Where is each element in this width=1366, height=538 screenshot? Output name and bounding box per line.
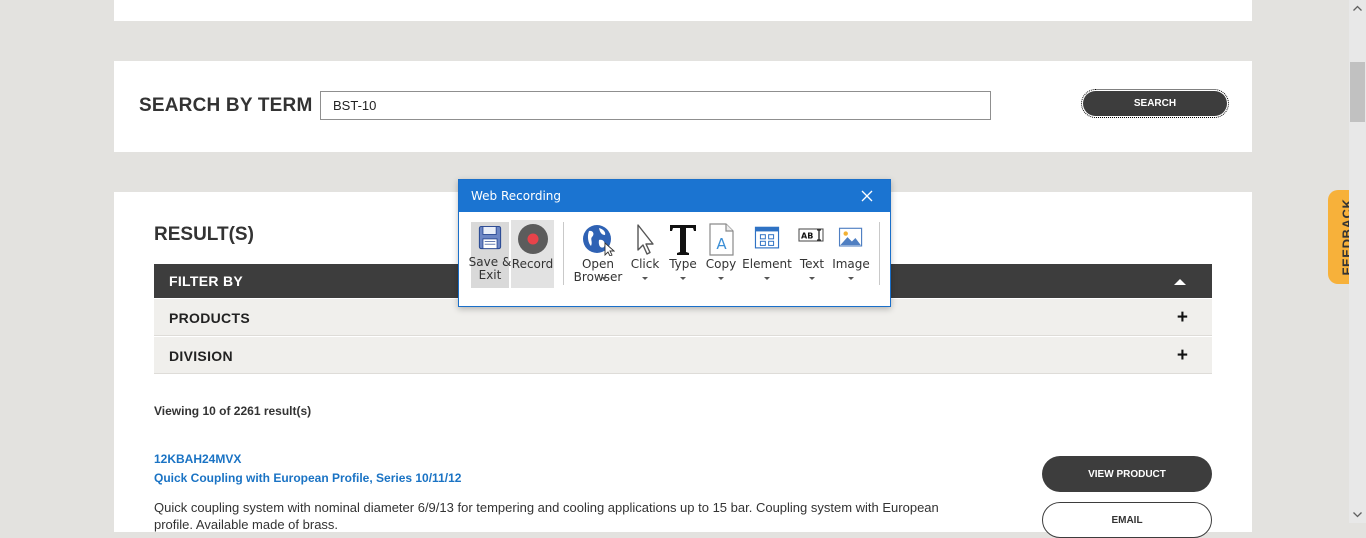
toolbar-separator xyxy=(563,222,564,285)
filter-label: FILTER BY xyxy=(169,273,243,289)
dropdown-arrow-icon[interactable] xyxy=(680,277,686,280)
search-button[interactable]: SEARCH xyxy=(1081,89,1229,118)
close-icon[interactable] xyxy=(859,188,875,204)
web-recording-dialog: Web Recording Save & Exit Record Open Br… xyxy=(458,179,891,307)
copy-icon: A xyxy=(709,223,734,256)
type-button[interactable]: Type xyxy=(662,220,704,288)
scroll-down-arrow-icon[interactable] xyxy=(1349,506,1366,523)
copy-button[interactable]: A Copy xyxy=(700,220,742,288)
result-code-link[interactable]: 12KBAH24MVX xyxy=(154,452,241,466)
image-icon xyxy=(838,227,863,247)
result-title-link[interactable]: Quick Coupling with European Profile, Se… xyxy=(154,471,461,485)
scrollbar-thumb[interactable] xyxy=(1350,62,1365,122)
dialog-header[interactable]: Web Recording xyxy=(459,180,890,212)
type-icon xyxy=(670,225,696,255)
dropdown-arrow-icon[interactable] xyxy=(718,277,724,280)
dropdown-arrow-icon[interactable] xyxy=(809,277,815,280)
toolbar-separator xyxy=(879,222,880,285)
top-card xyxy=(114,0,1252,21)
cursor-icon xyxy=(637,224,654,255)
record-label: Record xyxy=(511,257,554,271)
result-description: Quick coupling system with nominal diame… xyxy=(154,500,939,532)
image-label: Image xyxy=(832,257,870,271)
text-icon: AB xyxy=(798,228,824,242)
element-button[interactable]: Element xyxy=(742,220,792,288)
dropdown-arrow-icon[interactable] xyxy=(600,277,607,280)
record-button[interactable]: Record xyxy=(511,220,554,288)
vertical-scrollbar[interactable] xyxy=(1349,0,1366,523)
image-button[interactable]: Image xyxy=(830,220,872,288)
search-label: SEARCH BY TERM xyxy=(139,95,313,116)
svg-text:AB: AB xyxy=(801,232,813,241)
globe-icon xyxy=(583,225,615,256)
search-input[interactable] xyxy=(320,91,991,120)
dialog-title: Web Recording xyxy=(471,189,561,203)
expand-plus-icon[interactable]: + xyxy=(1177,307,1188,329)
expand-plus-icon[interactable]: + xyxy=(1177,345,1188,367)
click-button[interactable]: Click xyxy=(624,220,666,288)
dropdown-arrow-icon[interactable] xyxy=(642,277,648,280)
facet-division[interactable]: DIVISION + xyxy=(154,337,1212,374)
text-button[interactable]: AB Text xyxy=(791,220,833,288)
element-icon xyxy=(754,226,780,249)
view-product-button[interactable]: VIEW PRODUCT xyxy=(1042,456,1212,492)
dropdown-arrow-icon[interactable] xyxy=(764,277,770,280)
dropdown-arrow-icon[interactable] xyxy=(848,277,854,280)
scroll-up-arrow-icon[interactable] xyxy=(1349,0,1366,17)
save-icon xyxy=(478,226,502,250)
collapse-arrow-icon[interactable] xyxy=(1174,279,1186,285)
save-exit-button[interactable]: Save & Exit xyxy=(469,222,511,288)
results-title: RESULT(S) xyxy=(154,224,254,245)
result-count: Viewing 10 of 2261 result(s) xyxy=(154,404,312,418)
svg-text:A: A xyxy=(716,235,727,253)
facet-label: PRODUCTS xyxy=(169,310,250,326)
facet-label: DIVISION xyxy=(169,348,233,364)
record-icon xyxy=(517,224,548,254)
open-browser-button[interactable]: Open Browser xyxy=(574,220,622,288)
search-card: SEARCH BY TERM SEARCH xyxy=(114,61,1252,152)
email-button[interactable]: EMAIL xyxy=(1042,502,1212,538)
